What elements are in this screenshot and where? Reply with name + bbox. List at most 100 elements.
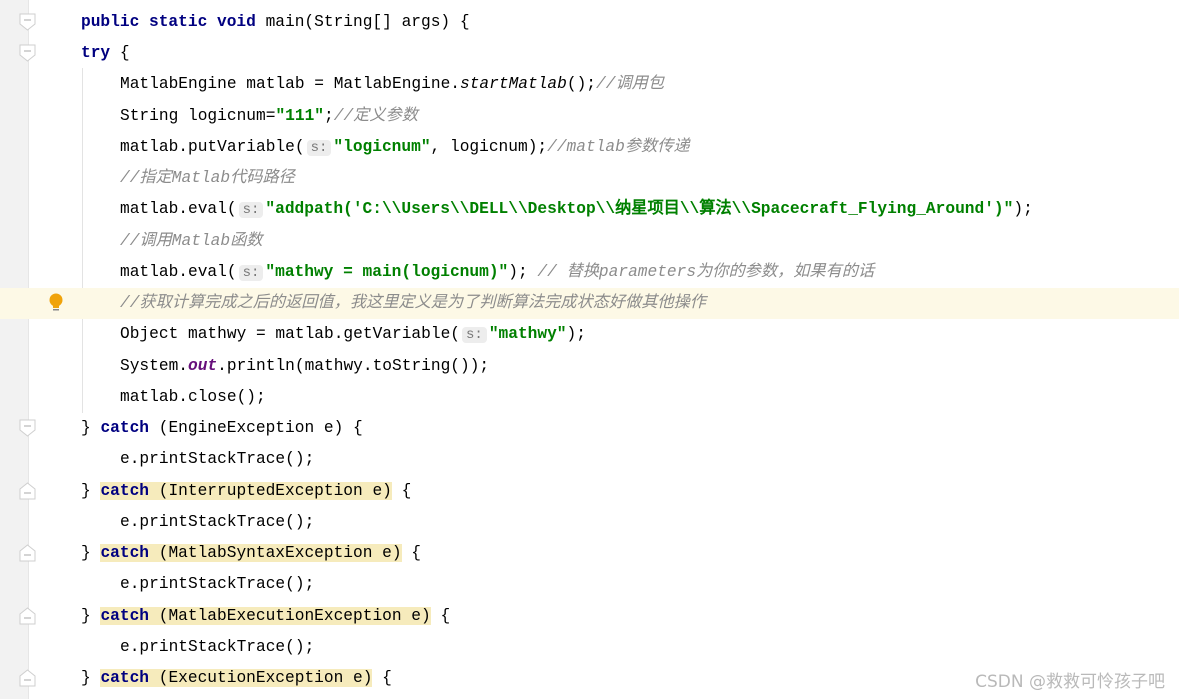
code-line[interactable]: public static void main(String[] args) {: [0, 7, 1179, 38]
comment-token: // 替换parameters为你的参数，如果有的话: [537, 262, 875, 281]
code-token: );: [1013, 200, 1033, 219]
fold-open-icon[interactable]: [19, 13, 36, 31]
code-text: e.printStackTrace();: [120, 507, 314, 538]
code-text: String logicnum="111";//定义参数: [120, 101, 418, 132]
code-line[interactable]: matlab.eval(s: "mathwy = main(logicnum)")…: [0, 257, 1179, 288]
code-text: matlab.close();: [120, 382, 266, 413]
code-text: public static void main(String[] args) {: [81, 7, 470, 38]
code-line[interactable]: e.printStackTrace();: [0, 444, 1179, 475]
keyword-token: catch: [100, 481, 150, 500]
code-token: }: [81, 669, 101, 688]
code-line[interactable]: } catch (MatlabExecutionException e) {: [0, 601, 1179, 632]
code-text: //指定Matlab代码路径: [120, 163, 295, 194]
code-token: );: [566, 325, 586, 344]
keyword-token: try: [81, 44, 111, 63]
code-line[interactable]: //调用Matlab函数: [0, 226, 1179, 257]
code-token: );: [508, 262, 538, 281]
code-line[interactable]: matlab.close();: [0, 382, 1179, 413]
code-line[interactable]: System.out.println(mathwy.toString());: [0, 351, 1179, 382]
code-token: (MatlabSyntaxException e): [149, 544, 402, 563]
code-token: main(String[] args) {: [265, 13, 470, 31]
string-token: "mathwy = main(logicnum)": [265, 262, 509, 281]
fold-open-icon[interactable]: [19, 44, 36, 62]
string-token: "mathwy": [488, 325, 567, 344]
code-line[interactable]: Object mathwy = matlab.getVariable(s: "ma…: [0, 319, 1179, 350]
string-token: "logicnum": [333, 137, 431, 156]
code-text: } catch (InterruptedException e) {: [81, 476, 411, 507]
code-token: MatlabEngine matlab = MatlabEngine.: [120, 75, 460, 94]
code-token: (MatlabExecutionException e): [149, 606, 431, 625]
code-token: .println(mathwy.toString());: [217, 356, 490, 375]
code-text: Object mathwy = matlab.getVariable(s: "ma…: [120, 319, 586, 351]
code-line[interactable]: } catch (InterruptedException e) {: [0, 476, 1179, 507]
code-line[interactable]: e.printStackTrace();: [0, 507, 1179, 538]
code-token: System.: [120, 356, 188, 375]
code-token: (ExecutionException e): [149, 669, 373, 688]
code-text: matlab.putVariable(s: "logicnum", logicnu…: [120, 132, 690, 164]
code-line[interactable]: } catch (EngineException e) {: [0, 413, 1179, 444]
code-text: e.printStackTrace();: [120, 444, 314, 475]
code-line[interactable]: //获取计算完成之后的返回值，我这里定义是为了判断算法完成状态好做其他操作: [0, 288, 1179, 320]
code-line[interactable]: String logicnum="111";//定义参数: [0, 101, 1179, 132]
code-token: }: [81, 419, 101, 438]
code-line[interactable]: e.printStackTrace();: [0, 632, 1179, 663]
code-token: {: [110, 44, 130, 63]
code-line[interactable]: try {: [0, 38, 1179, 69]
code-line[interactable]: //指定Matlab代码路径: [0, 163, 1179, 194]
code-token: String logicnum=: [120, 106, 276, 125]
code-token: }: [81, 544, 101, 563]
code-text: } catch (EngineException e) {: [81, 413, 363, 444]
code-token: }: [81, 606, 101, 625]
code-text: try {: [81, 38, 130, 69]
code-line[interactable]: matlab.eval(s: "addpath('C:\\Users\\DELL\…: [0, 194, 1179, 225]
lightbulb-icon[interactable]: [49, 293, 63, 313]
comment-token: //定义参数: [333, 106, 418, 125]
code-token: (EngineException e) {: [149, 419, 363, 438]
keyword-token: public static void: [81, 13, 266, 31]
code-line[interactable]: MatlabEngine matlab = MatlabEngine.start…: [0, 69, 1179, 100]
code-line[interactable]: } catch (MatlabSyntaxException e) {: [0, 538, 1179, 569]
code-text: //调用Matlab函数: [120, 226, 262, 257]
comment-token: //matlab参数传递: [547, 137, 690, 156]
comment-token: //调用包: [596, 75, 665, 94]
code-token: Object mathwy = matlab.getVariable(: [120, 325, 460, 344]
code-token: ();: [566, 75, 597, 94]
code-token: matlab.eval(: [120, 262, 237, 281]
code-token: {: [401, 544, 422, 563]
code-token: {: [391, 481, 412, 500]
keyword-token: catch: [100, 419, 150, 438]
code-token: matlab.putVariable(: [120, 137, 305, 156]
fold-close-icon[interactable]: [19, 606, 36, 625]
code-text: System.out.println(mathwy.toString());: [120, 351, 489, 382]
code-text: } catch (MatlabSyntaxException e) {: [81, 538, 421, 569]
string-token: "addpath('C:\\Users\\DELL\\Desktop\\纳星项目…: [265, 200, 1014, 219]
parameter-hint: s:: [306, 139, 332, 156]
code-token: e.printStackTrace();: [120, 637, 315, 656]
code-text: } catch (MatlabExecutionException e) {: [81, 601, 450, 632]
code-text: matlab.eval(s: "addpath('C:\\Users\\DELL\…: [120, 194, 1033, 226]
fold-open-icon[interactable]: [19, 419, 36, 437]
comment-token: //调用Matlab函数: [120, 231, 263, 250]
string-token: "111": [275, 106, 325, 125]
code-text: e.printStackTrace();: [120, 569, 314, 600]
fold-close-icon[interactable]: [19, 544, 36, 562]
code-token: matlab.close();: [120, 387, 266, 406]
comment-token: //获取计算完成之后的返回值，我这里定义是为了判断算法完成状态好做其他操作: [120, 294, 706, 313]
code-line[interactable]: matlab.putVariable(s: "logicnum", logicnu…: [0, 132, 1179, 163]
code-token: (InterruptedException e): [149, 481, 392, 500]
parameter-hint: s:: [462, 327, 487, 344]
code-line[interactable]: e.printStackTrace();: [0, 569, 1179, 600]
code-token: matlab.eval(: [120, 200, 237, 219]
keyword-token: catch: [100, 669, 150, 688]
keyword-token: catch: [100, 606, 150, 625]
code-text: e.printStackTrace();: [120, 632, 314, 663]
watermark: CSDN @救救可怜孩子吧: [975, 672, 1165, 692]
code-token: out: [188, 356, 218, 375]
fold-close-icon[interactable]: [19, 669, 36, 687]
fold-close-icon[interactable]: [19, 481, 36, 500]
code-token: , logicnum);: [430, 137, 548, 156]
code-token: startMatlab: [460, 75, 567, 94]
code-token: }: [81, 481, 101, 500]
code-text: MatlabEngine matlab = MatlabEngine.start…: [120, 69, 664, 100]
code-token: {: [372, 669, 392, 688]
